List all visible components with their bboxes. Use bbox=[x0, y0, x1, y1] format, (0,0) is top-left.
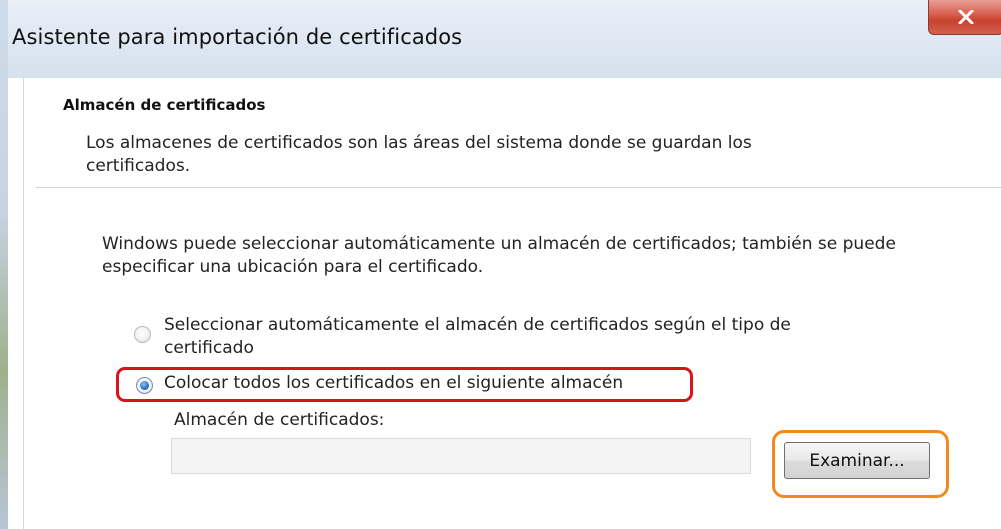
radio-checked-icon[interactable] bbox=[136, 377, 153, 394]
intro-text: Windows puede seleccionar automáticament… bbox=[102, 234, 896, 277]
radio-place-in-store-label[interactable]: Colocar todos los certificados en el sig… bbox=[164, 372, 623, 395]
close-icon bbox=[958, 10, 974, 24]
title-bar[interactable]: Asistente para importación de certificad… bbox=[8, 0, 1001, 78]
browse-button[interactable]: Examinar... bbox=[784, 442, 930, 479]
certificate-store-field[interactable] bbox=[171, 438, 751, 474]
background-window-edge bbox=[0, 0, 8, 529]
window-title: Asistente para importación de certificad… bbox=[12, 25, 463, 49]
header-divider bbox=[36, 187, 1001, 188]
wizard-page: Almacén de certificados Los almacenes de… bbox=[23, 78, 1001, 529]
close-button[interactable] bbox=[928, 0, 1001, 35]
section-heading: Almacén de certificados bbox=[63, 96, 266, 114]
section-description: Los almacenes de certificados son las ár… bbox=[86, 133, 752, 176]
store-field-label: Almacén de certificados: bbox=[174, 410, 385, 430]
radio-unchecked-icon[interactable] bbox=[134, 326, 151, 343]
radio-auto-select-label[interactable]: Seleccionar automáticamente el almacén d… bbox=[164, 314, 884, 360]
